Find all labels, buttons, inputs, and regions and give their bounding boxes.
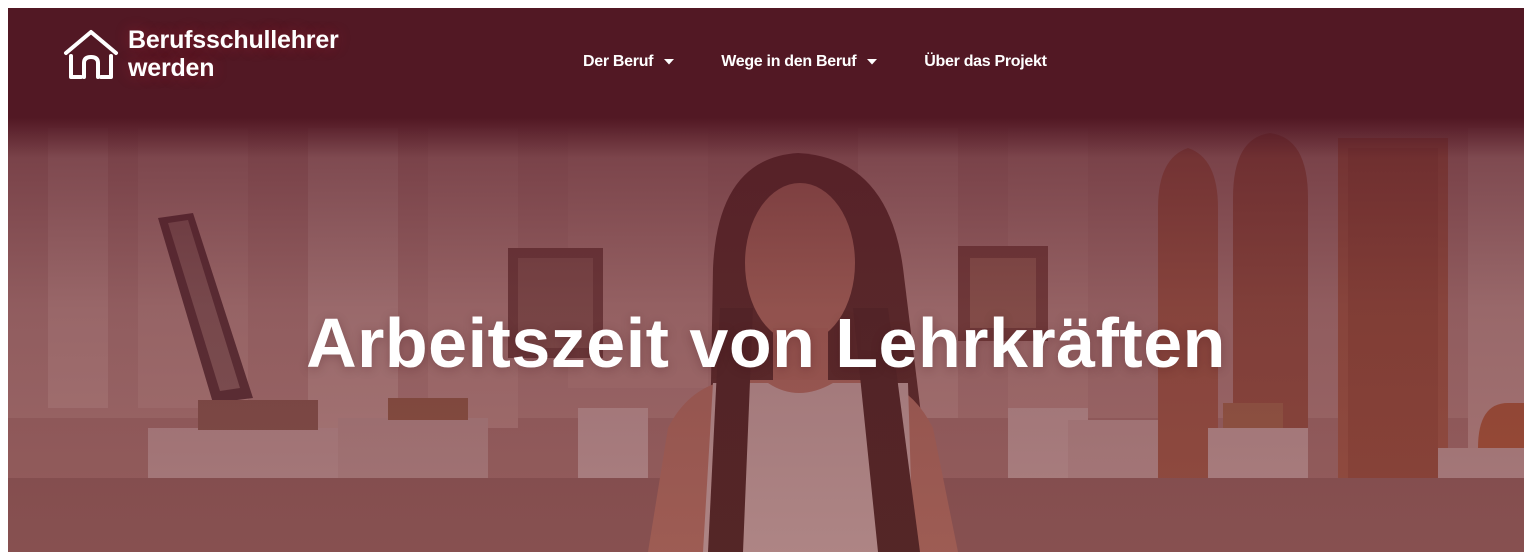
main-nav: Der Beruf Wege in den Beruf Über das Pro… — [583, 52, 1047, 72]
nav-item-wege-in-den-beruf[interactable]: Wege in den Beruf — [721, 52, 878, 72]
nav-item-label: Wege in den Beruf — [721, 53, 857, 70]
nav-item-der-beruf[interactable]: Der Beruf — [583, 52, 675, 72]
site-name-line2: werden — [128, 54, 215, 82]
page: Berufsschullehrer werden Der Beruf Wege … — [8, 8, 1524, 552]
site-logo-link[interactable]: Berufsschullehrer werden — [62, 26, 339, 82]
caret-down-icon — [664, 59, 675, 65]
site-name-line1: Berufsschullehrer — [128, 26, 339, 54]
hero-title: Arbeitszeit von Lehrkräften — [306, 304, 1226, 382]
nav-item-ueber-das-projekt[interactable]: Über das Projekt — [924, 52, 1047, 72]
nav-item-label: Über das Projekt — [924, 53, 1047, 70]
site-header: Berufsschullehrer werden Der Beruf Wege … — [8, 8, 1524, 120]
site-name: Berufsschullehrer werden — [128, 26, 339, 82]
house-icon — [64, 30, 118, 79]
caret-down-icon — [867, 59, 878, 65]
nav-item-label: Der Beruf — [583, 53, 654, 70]
